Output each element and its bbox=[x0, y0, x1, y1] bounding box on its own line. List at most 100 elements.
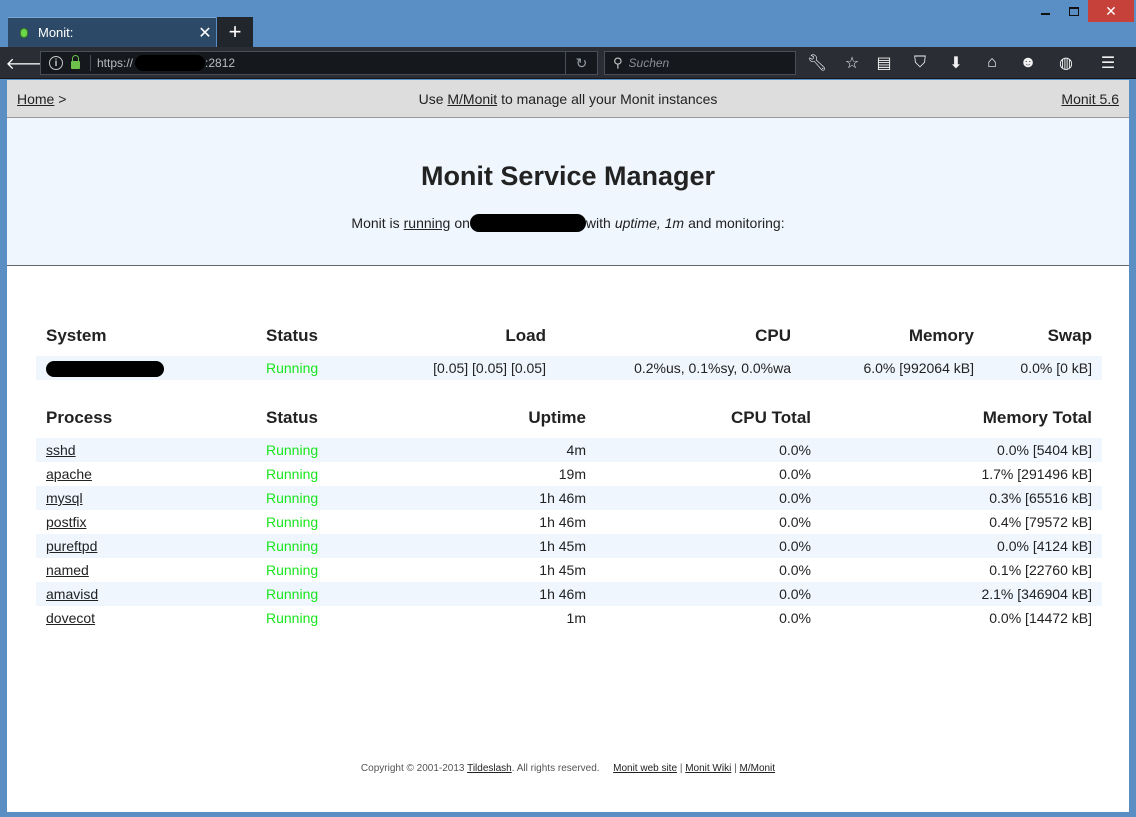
load-header: Load bbox=[505, 326, 546, 345]
page-title: Monit Service Manager bbox=[420, 161, 716, 191]
redacted-system-name bbox=[46, 360, 164, 377]
table-row: sshd Running 4m 0.0% 0.0% [5404 kB] bbox=[36, 438, 1102, 462]
mmonit-link[interactable]: M/Monit bbox=[447, 91, 497, 107]
maximize-icon bbox=[1069, 6, 1079, 16]
window-maximize-button[interactable] bbox=[1060, 0, 1088, 22]
running-link[interactable]: running bbox=[404, 215, 451, 231]
process-status: Running bbox=[266, 610, 319, 626]
process-table: Process Status Uptime CPU Total Memory T… bbox=[36, 398, 1102, 630]
process-status: Running bbox=[256, 534, 396, 558]
star-icon[interactable]: ☆ bbox=[838, 51, 866, 75]
window-titlebar: Monit: ✕ + ✕ bbox=[0, 0, 1136, 47]
system-name-cell[interactable] bbox=[36, 356, 256, 380]
table-row: amavisd Running 1h 46m 0.0% 2.1% [346904… bbox=[36, 582, 1102, 606]
process-header: Process bbox=[46, 408, 113, 427]
reload-button[interactable]: ↻ bbox=[565, 52, 597, 74]
process-uptime: 4m bbox=[396, 438, 596, 462]
mmonit-footer-link[interactable]: M/Monit bbox=[740, 763, 776, 774]
system-table: System Status Load CPU Memory Swap Runni… bbox=[36, 316, 1102, 380]
footer-link-separator: | bbox=[734, 763, 737, 774]
process-link-sshd[interactable]: sshd bbox=[46, 442, 76, 458]
process-memory: 0.0% [4124 kB] bbox=[821, 534, 1102, 558]
process-status: Running bbox=[256, 438, 396, 462]
redacted-hostname bbox=[469, 214, 586, 232]
close-icon: ✕ bbox=[1105, 2, 1117, 19]
process-uptime: 1h 45m bbox=[396, 534, 596, 558]
download-icon[interactable]: ⬇ bbox=[942, 51, 970, 75]
new-tab-button[interactable]: + bbox=[217, 17, 253, 47]
process-uptime: 1h 46m bbox=[396, 582, 596, 606]
status-with: with bbox=[585, 215, 611, 231]
browser-tab[interactable]: Monit: ✕ bbox=[8, 17, 216, 47]
page-header: Monit Service Manager Monit is running o… bbox=[7, 118, 1129, 266]
process-memory: 2.1% [346904 kB] bbox=[821, 582, 1102, 606]
search-input[interactable]: ⚲ Suchen bbox=[604, 51, 796, 75]
monit-website-link[interactable]: Monit web site bbox=[613, 763, 677, 774]
process-link-apache[interactable]: apache bbox=[46, 466, 92, 482]
table-row: dovecot Running 1m 0.0% 0.0% [14472 kB] bbox=[36, 606, 1102, 630]
process-link-dovecot[interactable]: dovecot bbox=[46, 610, 95, 626]
table-row: pureftpd Running 1h 45m 0.0% 0.0% [4124 … bbox=[36, 534, 1102, 558]
cpu-total-header: CPU Total bbox=[731, 408, 811, 427]
system-row: Running [0.05] [0.05] [0.05] 0.2%us, 0.1… bbox=[36, 356, 1102, 380]
status-prefix: Monit is bbox=[351, 215, 400, 231]
tildeslash-link[interactable]: Tildeslash bbox=[467, 763, 512, 774]
cpu-header: CPU bbox=[755, 326, 791, 345]
uptime-text: uptime, 1m bbox=[614, 215, 685, 231]
process-memory: 0.0% [5404 kB] bbox=[821, 438, 1102, 462]
process-link-mysql[interactable]: mysql bbox=[46, 490, 83, 506]
breadcrumb: Home > Use M/Monit to manage all your Mo… bbox=[7, 80, 1129, 118]
monit-status-line: Monit is running on with uptime, 1m and … bbox=[7, 214, 1129, 232]
tab-close-icon[interactable]: ✕ bbox=[194, 23, 216, 43]
monit-version-link[interactable]: Monit 5.6 bbox=[1061, 91, 1119, 107]
system-load: [0.05] [0.05] [0.05] bbox=[396, 356, 556, 380]
process-uptime: 19m bbox=[558, 466, 586, 482]
process-link-amavisd[interactable]: amavisd bbox=[46, 586, 98, 602]
process-cpu: 0.0% bbox=[596, 534, 821, 558]
system-table-header: System Status Load CPU Memory Swap bbox=[36, 316, 1102, 356]
url-bar[interactable]: i https:// :2812 ↻ bbox=[40, 51, 598, 75]
tab-title: Monit: bbox=[38, 25, 74, 40]
process-cpu: 0.0% bbox=[596, 486, 821, 510]
footer-link-separator: | bbox=[679, 763, 683, 774]
process-link-named[interactable]: named bbox=[46, 562, 89, 578]
info-icon[interactable]: i bbox=[49, 56, 63, 70]
url-text[interactable]: https:// :2812 bbox=[97, 55, 235, 71]
home-icon[interactable]: ⌂ bbox=[978, 51, 1006, 75]
process-memory: 0.1% [22760 kB] bbox=[989, 562, 1092, 578]
process-memory: 0.4% [79572 kB] bbox=[989, 514, 1092, 530]
monit-wiki-link[interactable]: Monit Wiki bbox=[685, 763, 731, 774]
globe-icon[interactable]: ◍ bbox=[1052, 51, 1080, 75]
process-cpu: 0.0% bbox=[779, 466, 811, 482]
copyright-text: Copyright © 2001-2013 bbox=[360, 763, 465, 774]
system-cpu: 0.2%us, 0.1%sy, 0.0%wa bbox=[556, 356, 801, 380]
process-uptime: 1h 46m bbox=[396, 486, 596, 510]
process-cpu: 0.0% bbox=[779, 562, 811, 578]
promo-suffix: to manage all your Monit instances bbox=[501, 90, 718, 107]
system-header: System bbox=[46, 326, 107, 345]
page-viewport: Home > Use M/Monit to manage all your Mo… bbox=[7, 80, 1129, 812]
promo-prefix: Use bbox=[418, 90, 444, 107]
process-uptime: 1h 45m bbox=[539, 562, 586, 578]
search-icon: ⚲ bbox=[613, 55, 623, 70]
status-header: Status bbox=[266, 326, 318, 345]
system-memory: 6.0% [992064 kB] bbox=[801, 356, 984, 380]
wrench-icon[interactable]: 🔧︎ bbox=[803, 51, 831, 75]
window-minimize-button[interactable] bbox=[1030, 0, 1060, 22]
page-footer: Copyright © 2001-2013 Tildeslash. All ri… bbox=[7, 763, 1129, 774]
status-header: Status bbox=[266, 408, 318, 427]
pocket-icon[interactable]: ⛉ bbox=[906, 51, 934, 75]
process-cpu: 0.0% bbox=[779, 610, 811, 626]
process-link-pureftpd[interactable]: pureftpd bbox=[46, 538, 97, 554]
window-close-button[interactable]: ✕ bbox=[1088, 0, 1134, 22]
search-placeholder: Suchen bbox=[628, 56, 670, 70]
back-button[interactable]: 🡐 bbox=[6, 51, 49, 75]
mmonit-promo: Use M/Monit to manage all your Monit ins… bbox=[7, 91, 1129, 107]
url-port: :2812 bbox=[205, 56, 236, 70]
process-uptime: 1h 46m bbox=[539, 514, 586, 530]
process-link-postfix[interactable]: postfix bbox=[46, 514, 86, 530]
hamburger-menu-icon[interactable]: ☰ bbox=[1094, 51, 1122, 75]
reading-list-icon[interactable]: ▤ bbox=[870, 51, 898, 75]
smiley-icon[interactable]: ☻ bbox=[1014, 51, 1042, 75]
lock-icon[interactable] bbox=[71, 55, 80, 69]
